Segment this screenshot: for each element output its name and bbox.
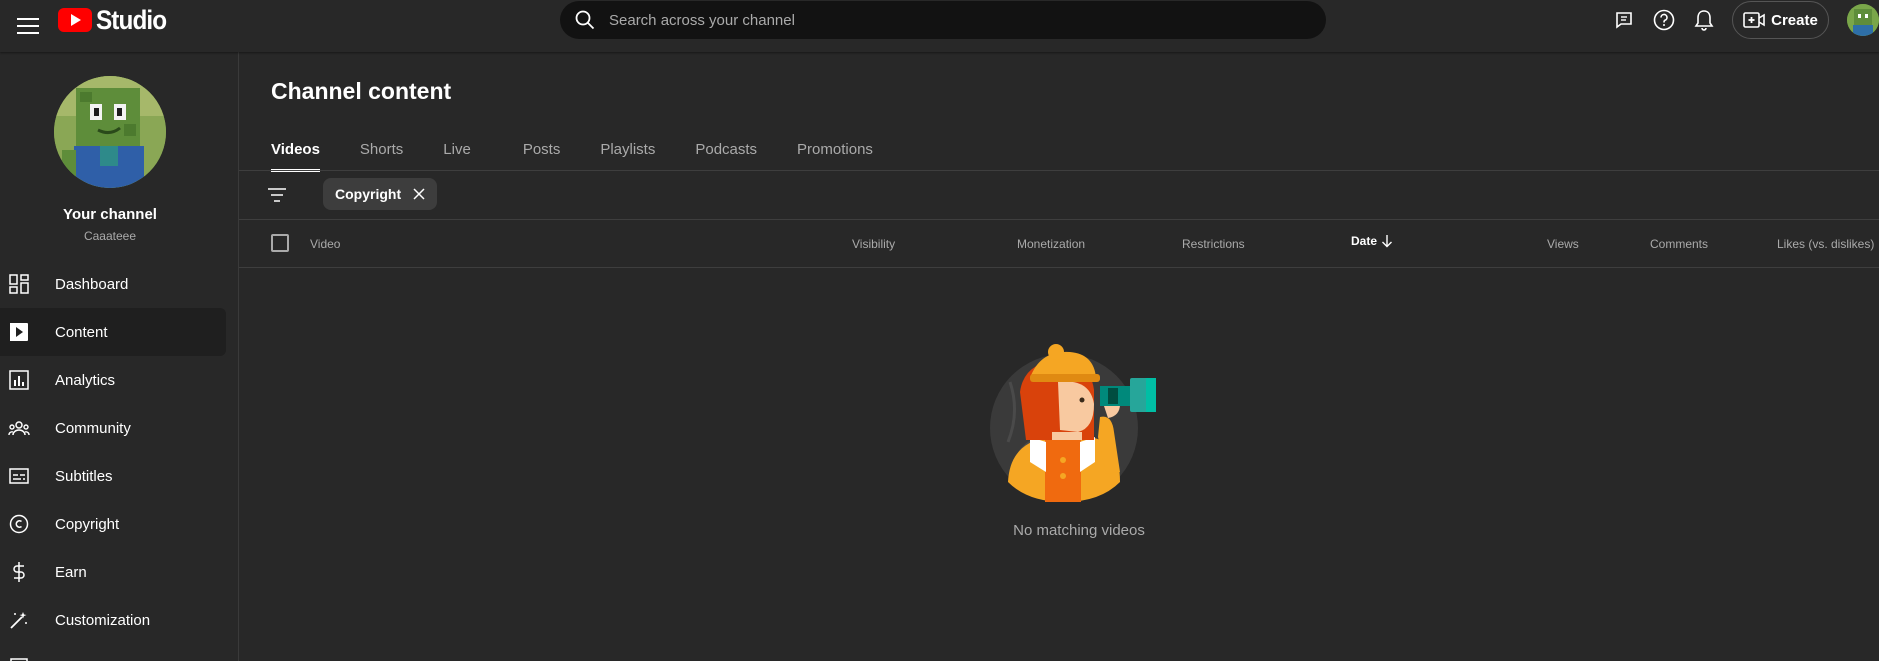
channel-handle: Caaateee xyxy=(83,229,137,243)
tab-playlists[interactable]: Playlists xyxy=(600,132,655,172)
earn-icon xyxy=(8,561,30,583)
sidebar-nav: Dashboard Content Analytics Community Su… xyxy=(0,260,226,661)
content-tabs: Videos Shorts Live Posts Playlists Podca… xyxy=(271,132,913,172)
create-video-icon xyxy=(1743,12,1765,28)
sidebar-item-customization[interactable]: Customization xyxy=(0,596,226,644)
dashboard-icon xyxy=(8,273,30,295)
subtitles-icon xyxy=(8,465,30,487)
analytics-icon xyxy=(8,369,30,391)
sidebar-item-more[interactable] xyxy=(0,644,226,661)
search-icon xyxy=(575,10,595,30)
sidebar-item-label: Analytics xyxy=(55,371,116,389)
audio-library-icon xyxy=(8,656,30,661)
create-button[interactable]: Create xyxy=(1732,1,1829,39)
sidebar-item-label: Earn xyxy=(55,563,87,581)
filter-icon[interactable] xyxy=(265,183,289,207)
main-content: Channel content Videos Shorts Live Posts… xyxy=(239,52,1879,661)
community-icon xyxy=(8,417,30,439)
menu-icon[interactable] xyxy=(8,6,48,46)
sidebar-item-label: Community xyxy=(55,419,131,437)
tab-shorts[interactable]: Shorts xyxy=(360,132,403,172)
select-all-checkbox[interactable] xyxy=(271,234,289,252)
channel-title: Your channel xyxy=(63,206,157,223)
tab-live[interactable]: Live xyxy=(443,132,471,172)
sidebar-item-community[interactable]: Community xyxy=(0,404,226,452)
sidebar-item-label: Subtitles xyxy=(55,467,113,485)
search-input[interactable] xyxy=(609,11,1269,29)
create-label: Create xyxy=(1771,11,1818,29)
column-date[interactable]: Date xyxy=(1351,234,1393,248)
tab-podcasts[interactable]: Podcasts xyxy=(695,132,757,172)
sidebar-item-label: Dashboard xyxy=(55,275,129,293)
arrow-down-icon xyxy=(1382,235,1393,248)
sidebar-item-subtitles[interactable]: Subtitles xyxy=(0,452,226,500)
sidebar-item-label: Customization xyxy=(55,611,151,629)
help-icon[interactable] xyxy=(1648,4,1680,36)
copyright-icon xyxy=(8,513,30,535)
customization-icon xyxy=(8,609,30,631)
top-header: Studio Create xyxy=(0,0,1879,52)
tab-posts[interactable]: Posts xyxy=(523,132,561,172)
table-header: Video Visibility Monetization Restrictio… xyxy=(239,220,1879,268)
studio-logo[interactable]: Studio xyxy=(58,5,174,35)
tab-videos[interactable]: Videos xyxy=(271,132,320,172)
empty-state-message: No matching videos xyxy=(1013,522,1145,539)
close-icon[interactable] xyxy=(411,186,427,202)
channel-avatar[interactable] xyxy=(54,76,166,188)
sidebar-item-label: Content xyxy=(55,323,108,341)
search-bar[interactable] xyxy=(560,1,1326,39)
column-video: Video xyxy=(310,237,341,251)
youtube-logo-icon xyxy=(58,8,92,32)
column-views: Views xyxy=(1547,237,1579,251)
sidebar-item-earn[interactable]: Earn xyxy=(0,548,226,596)
content-icon xyxy=(8,321,30,343)
sidebar-item-copyright[interactable]: Copyright xyxy=(0,500,226,548)
sidebar-item-label: Copyright xyxy=(55,515,120,533)
filter-chip-copyright[interactable]: Copyright xyxy=(323,178,438,210)
column-likes: Likes (vs. dislikes) xyxy=(1777,237,1875,251)
empty-state-illustration xyxy=(990,342,1175,502)
filter-bar: Copyright xyxy=(239,171,1879,220)
logo-text: Studio xyxy=(96,4,167,35)
tab-promotions[interactable]: Promotions xyxy=(797,132,873,172)
account-avatar[interactable] xyxy=(1847,4,1879,36)
feedback-icon[interactable] xyxy=(1608,4,1640,36)
column-monetization: Monetization xyxy=(1017,237,1086,251)
page-title: Channel content xyxy=(271,78,452,104)
filter-chip-label: Copyright xyxy=(335,186,402,202)
column-date-label: Date xyxy=(1351,234,1378,248)
sidebar-item-content[interactable]: Content xyxy=(0,308,226,356)
notifications-icon[interactable] xyxy=(1688,4,1720,36)
sidebar-item-analytics[interactable]: Analytics xyxy=(0,356,226,404)
column-comments: Comments xyxy=(1650,237,1709,251)
sidebar: Your channel Caaateee Dashboard Content … xyxy=(0,52,239,661)
column-visibility: Visibility xyxy=(852,237,896,251)
column-restrictions: Restrictions xyxy=(1182,237,1245,251)
sidebar-item-dashboard[interactable]: Dashboard xyxy=(0,260,226,308)
